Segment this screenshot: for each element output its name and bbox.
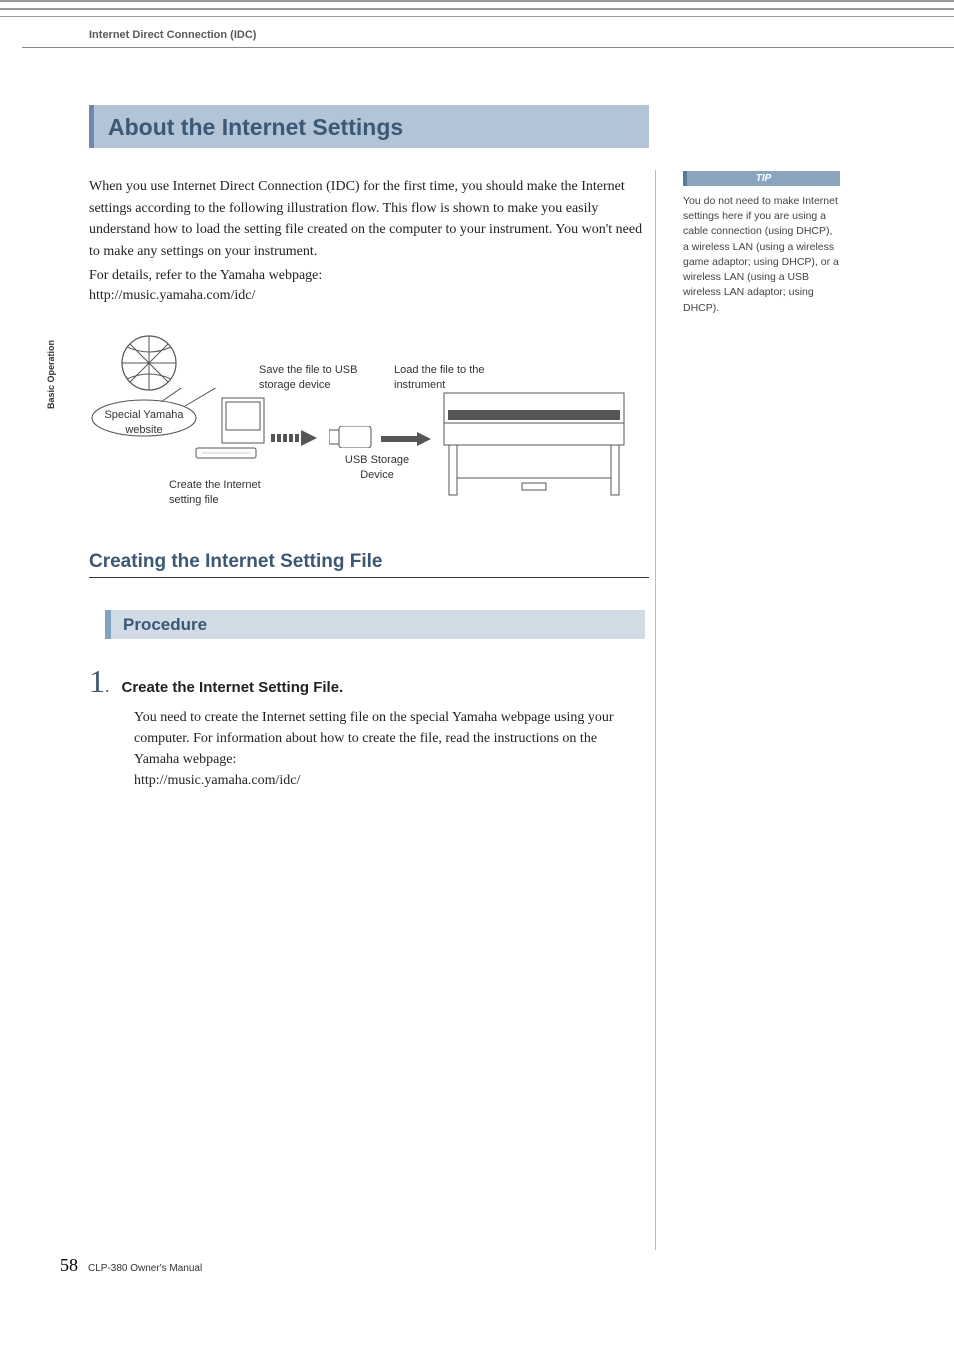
tip-header: TIP	[683, 171, 840, 186]
top-decorative-bars	[0, 0, 954, 17]
column-divider	[655, 170, 656, 1250]
diagram-save-label: Save the file to USB storage device	[259, 363, 389, 392]
arrow-solid-icon	[381, 432, 431, 446]
details-line: For details, refer to the Yamaha webpage…	[89, 265, 649, 287]
step-url: http://music.yamaha.com/idc/	[134, 773, 300, 788]
url-line: http://music.yamaha.com/idc/	[89, 288, 649, 304]
intro-paragraph: When you use Internet Direct Connection …	[89, 176, 649, 263]
diagram-usb-label: USB Storage Device	[337, 453, 417, 482]
flow-diagram: Special Yamaha website Create the Intern…	[89, 328, 634, 513]
step-body: You need to create the Internet setting …	[134, 707, 644, 791]
page-title-bar: About the Internet Settings	[89, 105, 649, 148]
diagram-create-label: Create the Internet setting file	[169, 478, 289, 507]
step-title: Create the Internet Setting File.	[122, 679, 344, 696]
tip-body: You do not need to make Internet setting…	[683, 194, 840, 316]
sidebar-tip: TIP You do not need to make Internet set…	[683, 171, 840, 316]
piano-icon	[434, 388, 634, 503]
procedure-bar: Procedure	[105, 610, 645, 639]
subheading: Creating the Internet Setting File	[89, 551, 649, 578]
page-title: About the Internet Settings	[108, 114, 635, 141]
computer-icon	[194, 393, 269, 468]
step-number: 1.	[89, 665, 110, 697]
step-row: 1. Create the Internet Setting File.	[89, 665, 649, 697]
page-footer: 58 CLP-380 Owner's Manual	[60, 1255, 202, 1276]
diagram-website-label: Special Yamaha website	[104, 408, 184, 437]
header-rule	[22, 47, 954, 48]
usb-icon	[329, 426, 374, 448]
arrow-icon	[269, 428, 329, 448]
side-tab-label: Basic Operation	[46, 340, 56, 409]
page-number: 58	[60, 1255, 78, 1276]
manual-name: CLP-380 Owner's Manual	[88, 1263, 202, 1274]
procedure-label: Procedure	[123, 615, 633, 635]
globe-icon	[119, 333, 179, 393]
breadcrumb: Internet Direct Connection (IDC)	[89, 29, 954, 41]
main-content: About the Internet Settings When you use…	[89, 105, 649, 791]
